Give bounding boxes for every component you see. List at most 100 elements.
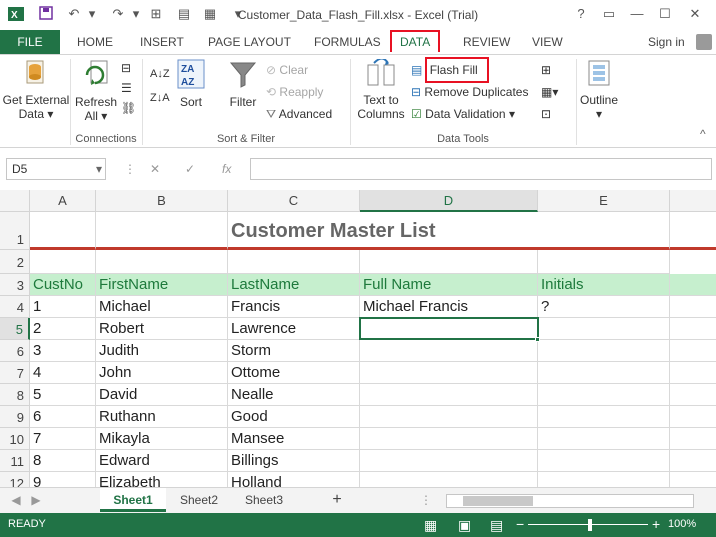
tab-review[interactable]: REVIEW	[463, 30, 510, 54]
cell[interactable]	[670, 340, 716, 362]
sort-a-to-z-icon[interactable]: A↓Z	[150, 65, 170, 83]
connections-icon[interactable]: ⊟	[121, 59, 131, 77]
zoom-slider-thumb[interactable]	[588, 519, 592, 531]
cell[interactable]	[670, 384, 716, 406]
cell-firstname[interactable]: Michael	[96, 296, 228, 318]
cell-full-name[interactable]	[360, 406, 538, 428]
maximize-button[interactable]: ☐	[654, 4, 676, 24]
row-header[interactable]: 7	[0, 362, 30, 384]
row-header[interactable]: 10	[0, 428, 30, 450]
cell-full-name[interactable]	[360, 340, 538, 362]
column-header-f[interactable]	[670, 190, 716, 212]
cell-custno[interactable]: 8	[30, 450, 96, 472]
zoom-in-icon[interactable]: +	[652, 516, 660, 532]
remove-duplicates-button[interactable]: ⊟ Remove Duplicates	[411, 83, 528, 101]
ribbon-display-options-icon[interactable]: ▭	[598, 4, 620, 24]
column-header-c[interactable]: C	[228, 190, 360, 212]
header-custno[interactable]: CustNo	[30, 274, 96, 296]
cell-custno[interactable]: 4	[30, 362, 96, 384]
row-header[interactable]: 12	[0, 472, 30, 487]
clear-button[interactable]: ⊘ Clear	[266, 61, 308, 79]
header-firstname[interactable]: FirstName	[96, 274, 228, 296]
column-header-b[interactable]: B	[96, 190, 228, 212]
help-button[interactable]: ?	[570, 4, 592, 24]
cell-custno[interactable]: 5	[30, 384, 96, 406]
cell-initials[interactable]	[538, 384, 670, 406]
column-header-a[interactable]: A	[30, 190, 96, 212]
enter-formula-icon[interactable]: ✓	[185, 158, 195, 180]
cell-custno[interactable]: 3	[30, 340, 96, 362]
cell-firstname[interactable]: John	[96, 362, 228, 384]
cell[interactable]	[96, 250, 228, 274]
zoom-level[interactable]: 100%	[668, 518, 696, 530]
row-header[interactable]: 3	[0, 274, 30, 296]
column-header-d[interactable]: D	[360, 190, 538, 212]
minimize-button[interactable]: —	[626, 4, 648, 24]
cell-custno[interactable]: 2	[30, 318, 96, 340]
cell-custno[interactable]: 9	[30, 472, 96, 487]
cell-firstname[interactable]: Edward	[96, 450, 228, 472]
cell-full-name[interactable]	[360, 384, 538, 406]
cell-firstname[interactable]: Mikayla	[96, 428, 228, 450]
tab-view[interactable]: VIEW	[532, 30, 563, 54]
row-header[interactable]: 5	[0, 318, 30, 340]
sort-button[interactable]: ZA AZ Sort	[174, 59, 208, 109]
what-if-analysis-icon[interactable]: ▦▾	[541, 83, 558, 101]
relationships-icon[interactable]: ⊡	[541, 105, 551, 123]
collapse-ribbon-icon[interactable]: ^	[700, 125, 706, 143]
cell-custno[interactable]: 6	[30, 406, 96, 428]
header-full-name[interactable]: Full Name	[360, 274, 538, 296]
cell-lastname[interactable]: Lawrence	[228, 318, 360, 340]
zoom-out-icon[interactable]: −	[516, 516, 524, 532]
tab-sheet2[interactable]: Sheet2	[170, 488, 228, 512]
cell[interactable]	[670, 296, 716, 318]
text-to-columns-button[interactable]: Text to Columns	[354, 57, 408, 121]
cell-initials[interactable]	[538, 428, 670, 450]
cell[interactable]	[670, 450, 716, 472]
row-header[interactable]: 6	[0, 340, 30, 362]
tab-data[interactable]: DATA	[390, 30, 441, 52]
scroll-sheets-left-icon[interactable]: ◀	[8, 488, 24, 512]
page-layout-view-icon[interactable]: ▣	[458, 517, 471, 534]
account-avatar[interactable]	[696, 34, 712, 50]
header-initials[interactable]: Initials	[538, 274, 670, 296]
normal-view-icon[interactable]: ▦	[424, 517, 437, 534]
cell[interactable]	[360, 250, 538, 274]
active-cell-d5[interactable]	[359, 317, 539, 340]
cell[interactable]	[670, 406, 716, 428]
edit-links-icon[interactable]: ⛓	[121, 99, 136, 117]
cell-full-name[interactable]	[360, 472, 538, 487]
cell[interactable]	[96, 212, 228, 250]
insert-function-icon[interactable]: fx	[222, 158, 231, 180]
cell-firstname[interactable]: Elizabeth	[96, 472, 228, 487]
sort-z-to-a-icon[interactable]: Z↓A	[150, 89, 170, 107]
sign-in-link[interactable]: Sign in	[648, 30, 685, 54]
cell-full-name[interactable]	[360, 450, 538, 472]
get-external-data-button[interactable]: Get External Data ▾	[2, 59, 70, 121]
cell-full-name[interactable]: Michael Francis	[360, 296, 538, 318]
tab-insert[interactable]: INSERT	[140, 30, 184, 54]
cell-lastname[interactable]: Nealle	[228, 384, 360, 406]
row-header[interactable]: 1	[0, 212, 30, 250]
formula-input[interactable]	[250, 158, 712, 180]
cancel-formula-icon[interactable]: ✕	[150, 158, 160, 180]
consolidate-icon[interactable]: ⊞	[541, 61, 551, 79]
advanced-button[interactable]: ⛛ Advanced	[266, 105, 332, 123]
cell-lastname[interactable]: Francis	[228, 296, 360, 318]
row-header[interactable]: 9	[0, 406, 30, 428]
cell[interactable]	[538, 212, 670, 250]
fill-handle[interactable]	[535, 337, 540, 342]
scrollbar-thumb[interactable]	[463, 496, 533, 506]
cell-initials[interactable]: ?	[538, 296, 670, 318]
select-all-corner[interactable]	[0, 190, 30, 212]
cell[interactable]	[670, 362, 716, 384]
properties-icon[interactable]: ☰	[121, 79, 132, 97]
cell[interactable]	[538, 250, 670, 274]
cell[interactable]	[30, 212, 96, 250]
close-button[interactable]: ✕	[684, 4, 706, 24]
cell-initials[interactable]	[538, 450, 670, 472]
name-box-dropdown-icon[interactable]: ▾	[96, 158, 102, 180]
worksheet-grid[interactable]: A B C D E 1 Customer Master List 2 3 Cus…	[0, 190, 716, 487]
tab-sheet1[interactable]: Sheet1	[100, 488, 166, 512]
tab-home[interactable]: HOME	[77, 30, 113, 54]
